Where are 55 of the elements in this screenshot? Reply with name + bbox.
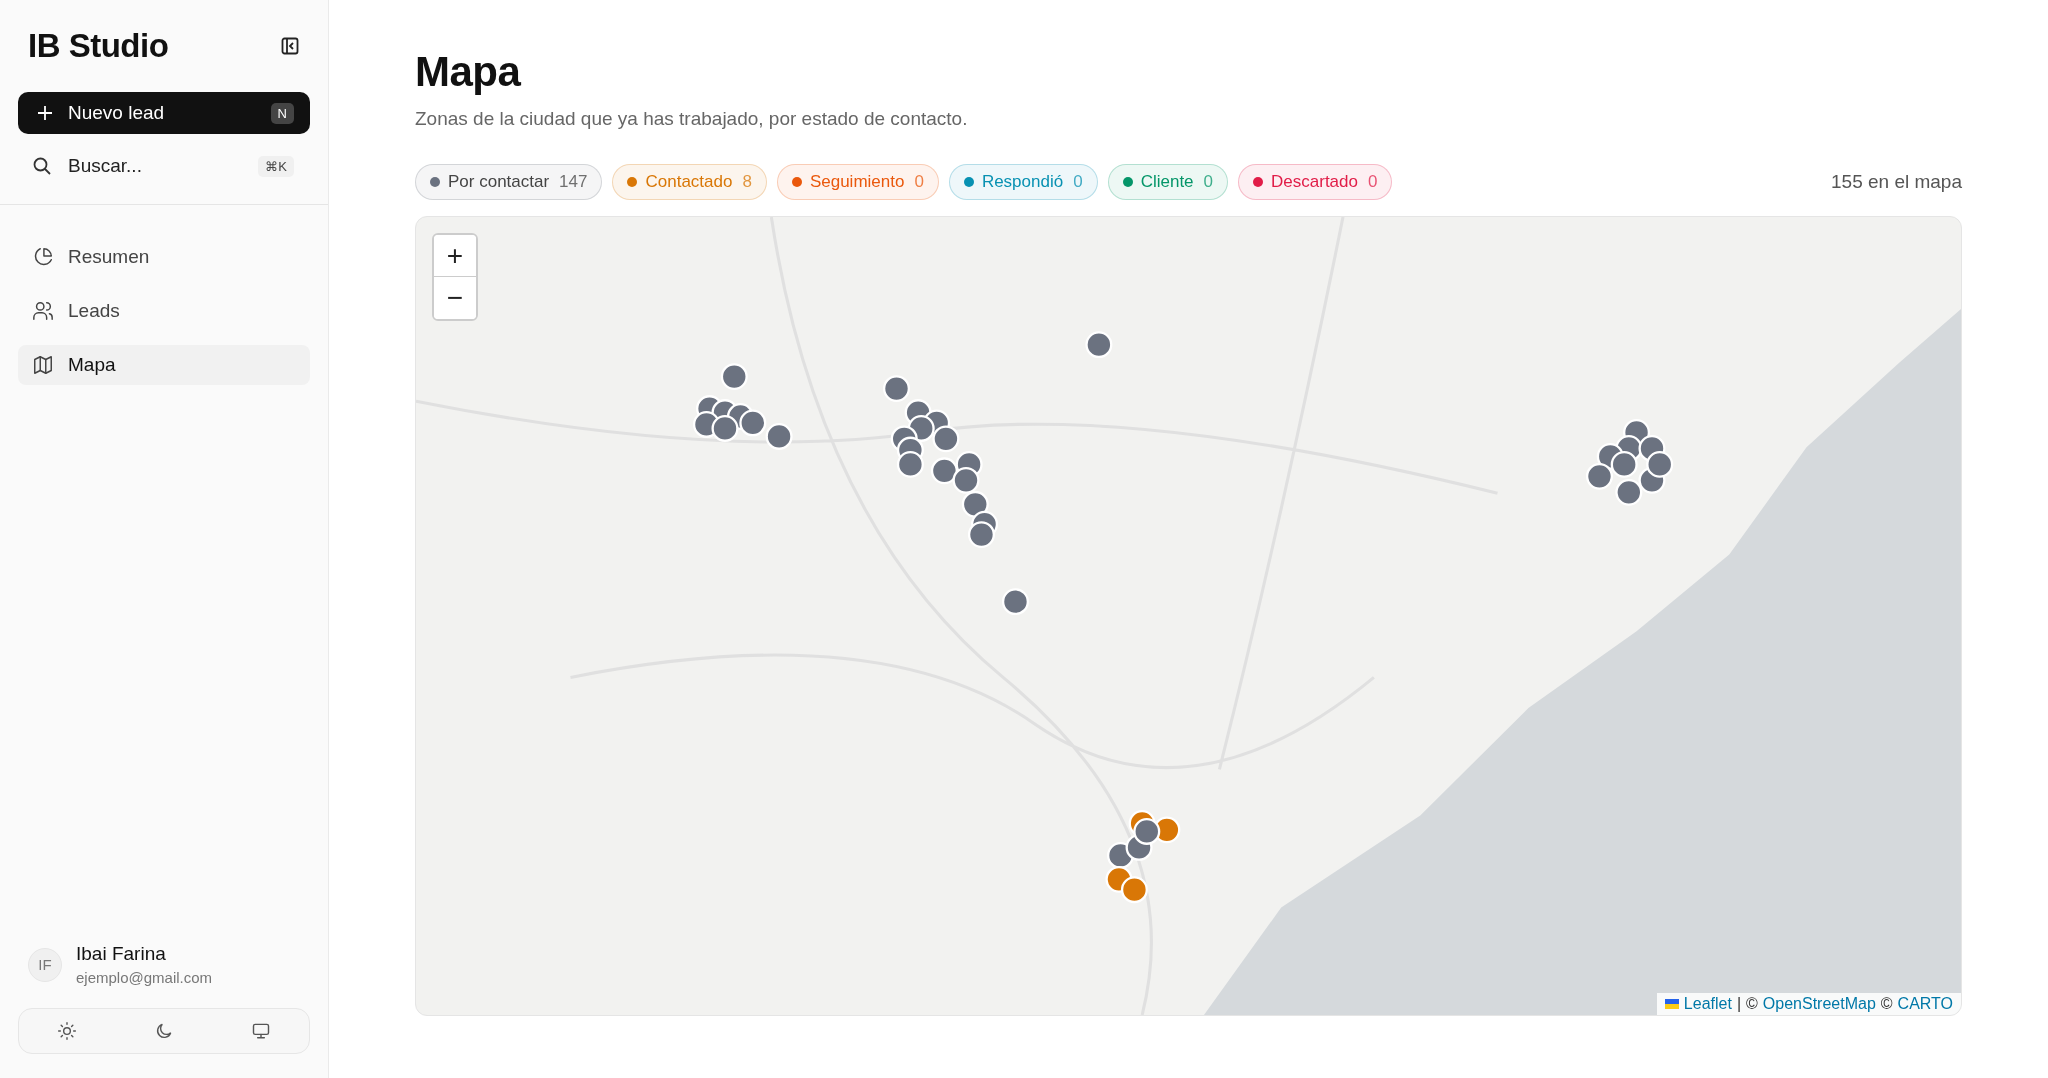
status-filter-chip[interactable]: Por contactar 147 (415, 164, 603, 200)
map-marker[interactable] (720, 363, 748, 391)
map-marker[interactable] (1610, 450, 1638, 478)
map-marker[interactable] (967, 521, 995, 549)
new-lead-button[interactable]: Nuevo lead N (18, 92, 310, 134)
search-icon (32, 156, 52, 176)
search-field[interactable]: Buscar... (66, 154, 245, 178)
zoom-in-button[interactable]: + (434, 235, 476, 277)
map-marker[interactable] (1585, 462, 1613, 490)
map-marker[interactable] (952, 466, 980, 494)
attribution-text: | (1736, 995, 1742, 1013)
attribution-text: © (1880, 995, 1893, 1013)
map-icon (32, 354, 54, 376)
flag-icon (1664, 999, 1679, 1009)
nav-item[interactable]: Resumen (18, 237, 310, 277)
pie-chart-icon (32, 246, 54, 268)
status-filter-chip[interactable]: Contactado 8 (612, 164, 767, 200)
attribution-link[interactable]: CARTO (1897, 995, 1953, 1013)
map-marker[interactable] (711, 415, 739, 442)
attribution-link[interactable]: OpenStreetMap (1762, 995, 1876, 1013)
map-marker[interactable] (1646, 450, 1674, 478)
map-marker[interactable] (1120, 876, 1148, 904)
page-subtitle: Zonas de la ciudad que ya has trabajado, por estado de contacto. (415, 108, 969, 130)
status-filter-chip[interactable]: Seguimiento 0 (776, 164, 939, 200)
status-filter-chip[interactable]: Respondió 0 (948, 164, 1098, 200)
shortcut-key: ⌘K (258, 155, 294, 177)
monitor-icon (250, 1021, 271, 1041)
sidebar-toggle-icon[interactable] (280, 36, 300, 56)
plus-icon (36, 104, 54, 122)
map-marker[interactable] (739, 409, 767, 437)
map-marker[interactable] (1615, 478, 1643, 506)
users-icon (32, 300, 54, 322)
marker-count: 155 en el mapa (1831, 171, 1962, 193)
sun-icon (57, 1021, 78, 1041)
avatar: IF (28, 947, 62, 982)
shortcut-key: N (270, 102, 294, 124)
map-marker[interactable] (930, 457, 958, 485)
map-marker[interactable] (1133, 818, 1161, 845)
page-title: Mapa (415, 48, 522, 96)
attribution-link[interactable]: Leaflet (1683, 995, 1732, 1013)
user-name: Ibai Farina (76, 943, 167, 965)
map-marker[interactable] (896, 450, 924, 478)
status-filter-chip[interactable]: Cliente 0 (1107, 164, 1229, 200)
nav-item[interactable]: Mapa (18, 345, 310, 385)
moon-icon (154, 1021, 174, 1041)
nav-item[interactable]: Leads (18, 291, 310, 331)
map-marker[interactable] (932, 425, 960, 453)
user-email: ejemplo@gmail.com (76, 969, 213, 986)
app-title: IB Studio (28, 27, 169, 65)
map-marker[interactable] (1001, 588, 1029, 616)
map-marker[interactable] (765, 423, 793, 450)
map-marker[interactable] (883, 375, 910, 402)
status-filter-chip[interactable]: Descartado 0 (1238, 164, 1393, 200)
attribution-text: © (1746, 995, 1758, 1013)
map-marker[interactable] (1085, 331, 1113, 359)
